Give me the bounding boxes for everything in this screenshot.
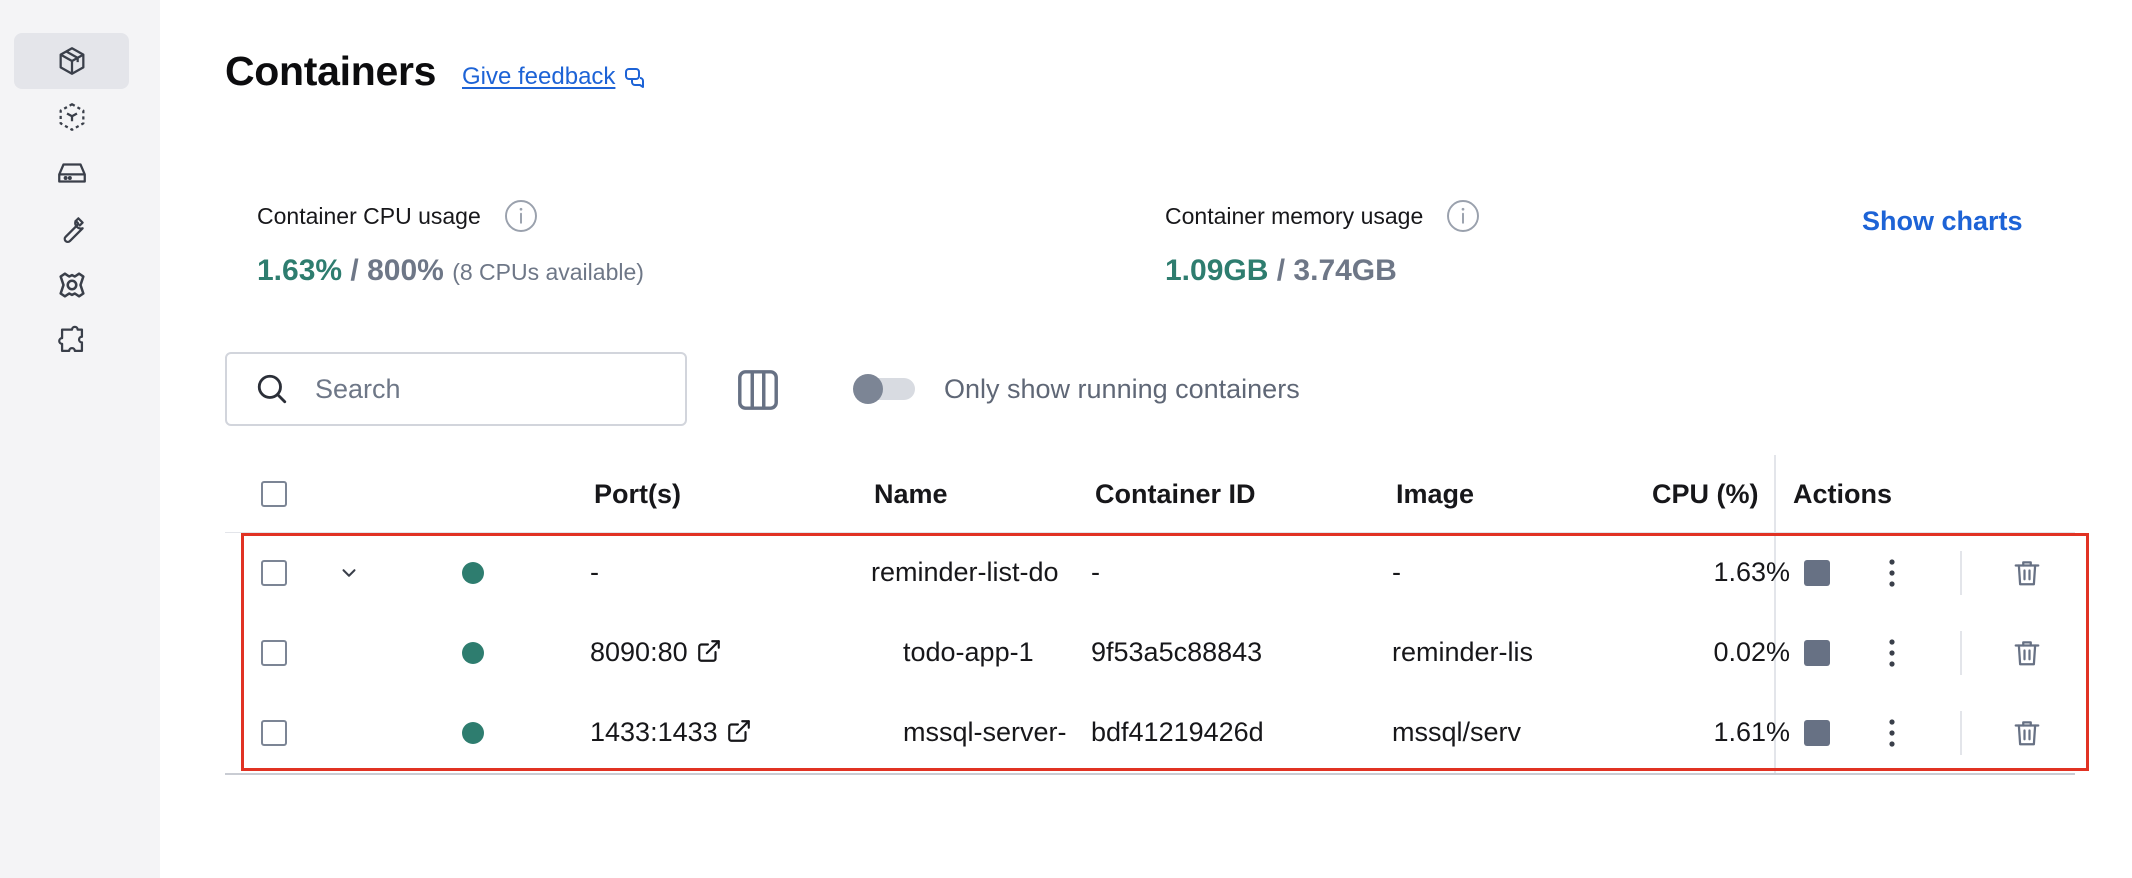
- columns-toggle-icon[interactable]: [735, 367, 781, 413]
- memory-usage-stat: Container memory usage 1.09GB / 3.74GB: [1165, 198, 1481, 288]
- running-only-label: Only show running containers: [944, 374, 1300, 404]
- table-bottom-border: [225, 773, 2075, 775]
- sidebar-item-volumes[interactable]: [14, 145, 129, 201]
- select-all-checkbox[interactable]: [261, 481, 287, 507]
- scout-icon: [58, 272, 85, 298]
- cpu-used-value: 1.63%: [257, 254, 343, 287]
- cpu-total-value: 800%: [367, 254, 444, 287]
- cpu-separator: /: [350, 254, 359, 287]
- sidebar-item-images[interactable]: [14, 89, 129, 145]
- give-feedback-label: Give feedback: [462, 63, 616, 90]
- extensions-icon: [57, 325, 83, 353]
- search-icon: [257, 374, 287, 404]
- containers-icon: [59, 47, 84, 75]
- search-box: [225, 352, 687, 426]
- cpu-available-note: (8 CPUs available): [452, 259, 644, 285]
- images-icon: [59, 103, 84, 131]
- sidebar-item-scout[interactable]: [14, 257, 129, 313]
- toggle-knob: [853, 374, 883, 404]
- cpu-usage-label: Container CPU usage: [257, 202, 481, 229]
- sidebar: [0, 0, 160, 878]
- highlight-box: [241, 533, 2089, 771]
- show-charts-button[interactable]: Show charts: [1862, 206, 2023, 237]
- memory-used-value: 1.09GB: [1165, 254, 1269, 287]
- memory-separator: /: [1276, 254, 1286, 287]
- memory-info-icon[interactable]: [1445, 198, 1481, 234]
- column-actions: Actions: [1793, 479, 1893, 509]
- volumes-icon: [57, 163, 86, 183]
- search-input[interactable]: [315, 373, 655, 405]
- column-container-id[interactable]: Container ID: [1095, 479, 1256, 510]
- cpu-info-icon[interactable]: [503, 198, 539, 234]
- column-name[interactable]: Name: [874, 479, 948, 510]
- column-image[interactable]: Image: [1396, 479, 1474, 510]
- give-feedback-link[interactable]: Give feedback: [462, 63, 647, 91]
- sidebar-item-containers[interactable]: [14, 33, 129, 89]
- running-only-toggle[interactable]: [853, 374, 915, 404]
- cpu-usage-stat: Container CPU usage 1.63% / 800% (8 CPUs…: [257, 198, 644, 288]
- column-ports[interactable]: Port(s): [594, 479, 681, 510]
- column-cpu[interactable]: CPU (%): [1652, 479, 1759, 510]
- builds-icon: [63, 217, 84, 244]
- memory-total-value: 3.74GB: [1293, 254, 1397, 287]
- sidebar-item-builds[interactable]: [14, 201, 129, 257]
- feedback-icon: [625, 68, 645, 88]
- memory-usage-label: Container memory usage: [1165, 202, 1424, 229]
- page-title: Containers: [225, 48, 437, 94]
- sidebar-item-extensions[interactable]: [14, 313, 129, 369]
- table-header: Port(s) Name Container ID Image CPU (%) …: [225, 455, 2075, 533]
